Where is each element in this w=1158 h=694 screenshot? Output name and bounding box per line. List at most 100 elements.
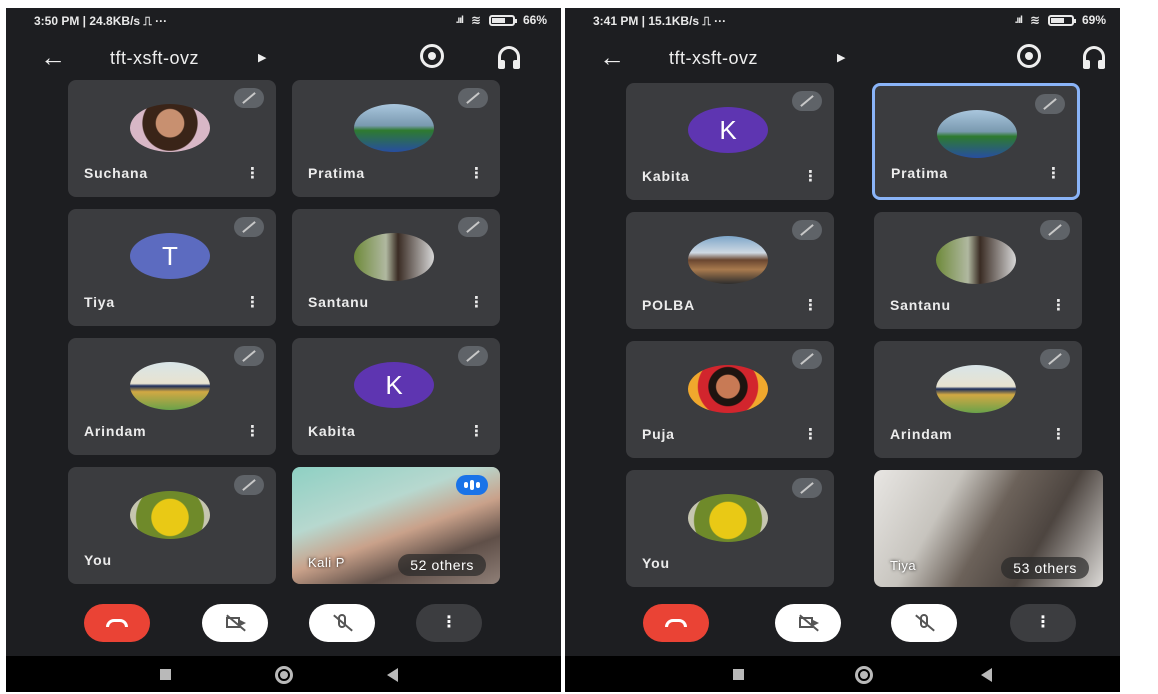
mic-off-icon — [1040, 349, 1070, 369]
more-vert-icon[interactable]: ⋮ — [245, 294, 260, 312]
mic-toggle-button[interactable] — [309, 604, 375, 642]
self-tile[interactable]: You — [626, 470, 834, 587]
avatar — [688, 494, 768, 542]
end-call-button[interactable] — [643, 604, 709, 642]
battery-icon — [488, 14, 517, 26]
more-vert-icon[interactable]: ⋮ — [803, 297, 818, 315]
call-controls: ⋮ — [6, 596, 561, 656]
expand-caret-icon[interactable]: ▶ — [258, 51, 266, 64]
participant-tile-selected[interactable]: Pratima ⋮ — [872, 83, 1080, 200]
recents-icon[interactable] — [733, 669, 744, 680]
self-tile[interactable]: You — [68, 467, 276, 584]
participant-name: Tiya — [890, 558, 917, 573]
more-vert-icon[interactable]: ⋮ — [245, 423, 260, 441]
headset-icon[interactable] — [1083, 46, 1105, 69]
nav-back-icon[interactable] — [387, 668, 398, 682]
participant-name: Kabita — [642, 168, 690, 184]
participant-tile[interactable]: K Kabita ⋮ — [626, 83, 834, 200]
nav-back-icon[interactable] — [981, 668, 992, 682]
participant-name: Arindam — [890, 426, 953, 442]
mic-off-icon — [234, 475, 264, 495]
mic-off-icon — [234, 346, 264, 366]
participant-tile[interactable]: K Kabita ⋮ — [292, 338, 500, 455]
battery-icon — [1047, 14, 1076, 26]
flip-camera-icon[interactable] — [420, 44, 444, 68]
participant-name: Suchana — [84, 165, 148, 181]
mic-off-icon — [234, 217, 264, 237]
more-vert-icon[interactable]: ⋮ — [469, 294, 484, 312]
expand-caret-icon[interactable]: ▶ — [837, 51, 845, 64]
video-tile[interactable]: Tiya 53 others — [874, 470, 1103, 587]
mic-toggle-button[interactable] — [891, 604, 957, 642]
participant-tile[interactable]: Arindam ⋮ — [68, 338, 276, 455]
avatar — [130, 104, 210, 152]
participant-tile[interactable]: Suchana ⋮ — [68, 80, 276, 197]
android-nav-bar — [6, 656, 561, 692]
avatar — [130, 362, 210, 410]
home-icon[interactable] — [855, 666, 873, 684]
mic-off-icon — [792, 91, 822, 111]
more-vert-icon[interactable]: ⋮ — [469, 423, 484, 441]
more-vert-icon[interactable]: ⋮ — [245, 165, 260, 183]
battery-level: 69% — [1081, 13, 1106, 27]
participant-name: Kabita — [308, 423, 356, 439]
participant-tile[interactable]: Santanu ⋮ — [292, 209, 500, 326]
end-call-button[interactable] — [84, 604, 150, 642]
more-vert-icon[interactable]: ⋮ — [803, 426, 818, 444]
flip-camera-icon[interactable] — [1017, 44, 1041, 68]
participant-name: POLBA — [642, 297, 695, 313]
android-nav-bar — [565, 656, 1120, 692]
participant-name: Puja — [642, 426, 675, 442]
avatar — [354, 233, 434, 281]
mic-off-icon — [792, 220, 822, 240]
participant-tile[interactable]: Puja ⋮ — [626, 341, 834, 458]
status-time: 3:50 PM | 24.8KB/s ⎍ ··· — [34, 14, 168, 28]
wifi-icon: ≋ — [1029, 13, 1040, 27]
participant-tile[interactable]: Pratima ⋮ — [292, 80, 500, 197]
participant-name: Arindam — [84, 423, 147, 439]
more-vert-icon[interactable]: ⋮ — [1051, 426, 1066, 444]
more-vert-icon[interactable]: ⋮ — [469, 165, 484, 183]
call-controls: ⋮ — [565, 596, 1120, 656]
avatar — [936, 365, 1016, 413]
video-tile[interactable]: Kali P 52 others — [292, 467, 500, 584]
mic-off-icon — [792, 349, 822, 369]
avatar: K — [354, 362, 434, 408]
more-options-button[interactable]: ⋮ — [416, 604, 482, 642]
participant-tile[interactable]: Arindam ⋮ — [874, 341, 1082, 458]
more-vert-icon[interactable]: ⋮ — [803, 168, 818, 186]
meeting-code[interactable]: tft-xsft-ovz — [669, 48, 758, 69]
participant-tile[interactable]: POLBA ⋮ — [626, 212, 834, 329]
mic-off-icon — [1040, 220, 1070, 240]
participant-name: You — [642, 555, 670, 571]
more-options-button[interactable]: ⋮ — [1010, 604, 1076, 642]
avatar — [937, 110, 1017, 158]
more-vert-icon[interactable]: ⋮ — [1051, 297, 1066, 315]
meeting-header: ← tft-xsft-ovz ▶ — [6, 36, 561, 80]
back-arrow-icon[interactable]: ← — [40, 42, 66, 72]
mic-off-icon — [234, 88, 264, 108]
status-bar: 3:41 PM | 15.1KB/s ⎍ ··· .ııl ≋ 69% — [565, 8, 1120, 36]
camera-toggle-button[interactable] — [202, 604, 268, 642]
recents-icon[interactable] — [160, 669, 171, 680]
headset-icon[interactable] — [498, 46, 520, 69]
participant-tile[interactable]: Santanu ⋮ — [874, 212, 1082, 329]
others-count-badge[interactable]: 53 others — [1001, 557, 1089, 579]
battery-level: 66% — [522, 13, 547, 27]
more-vert-icon[interactable]: ⋮ — [1046, 165, 1061, 183]
camera-toggle-button[interactable] — [775, 604, 841, 642]
phone-screen-right: 3:41 PM | 15.1KB/s ⎍ ··· .ııl ≋ 69% ← tf… — [565, 8, 1120, 692]
mic-off-icon — [458, 88, 488, 108]
meeting-code[interactable]: tft-xsft-ovz — [110, 48, 199, 69]
participant-tile[interactable]: T Tiya ⋮ — [68, 209, 276, 326]
status-bar: 3:50 PM | 24.8KB/s ⎍ ··· .ııl ≋ 66% — [6, 8, 561, 36]
avatar — [688, 236, 768, 284]
signal-icon: .ııl — [1014, 14, 1023, 26]
participant-name: Pratima — [891, 165, 948, 181]
back-arrow-icon[interactable]: ← — [599, 42, 625, 72]
home-icon[interactable] — [275, 666, 293, 684]
phone-screen-left: 3:50 PM | 24.8KB/s ⎍ ··· .ııl ≋ 66% ← tf… — [6, 8, 561, 692]
avatar: K — [688, 107, 768, 153]
others-count-badge[interactable]: 52 others — [398, 554, 486, 576]
participant-name: You — [84, 552, 112, 568]
